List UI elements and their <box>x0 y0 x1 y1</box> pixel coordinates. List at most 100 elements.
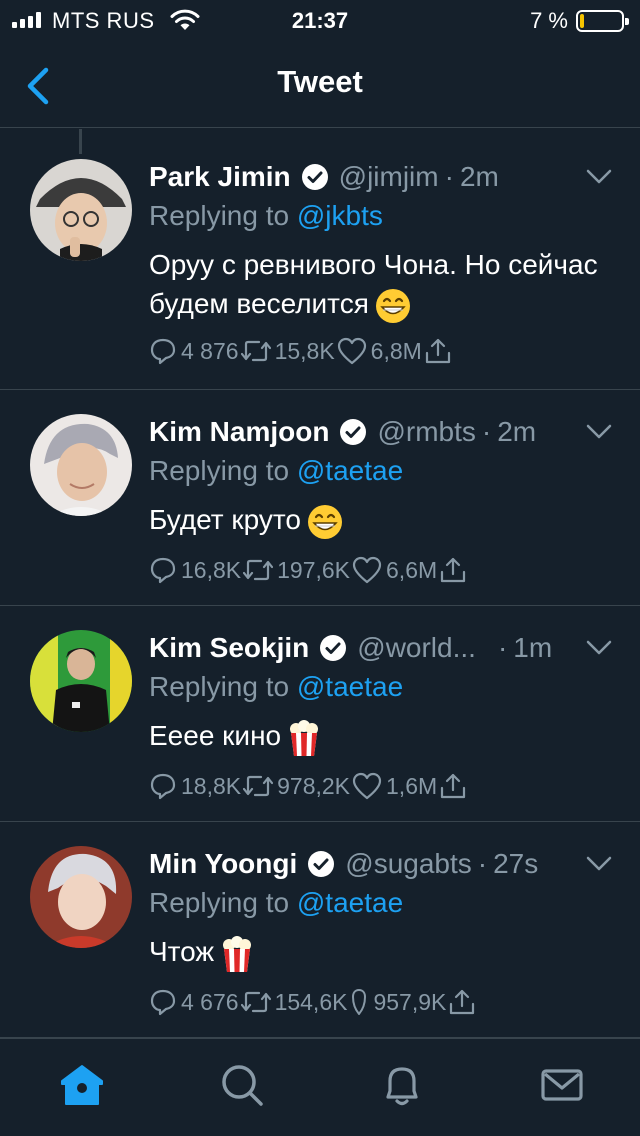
share-icon[interactable] <box>448 988 476 1016</box>
like-count: 1,6M <box>386 772 438 799</box>
replying-to-link[interactable]: @taetae <box>297 887 403 918</box>
tweet[interactable]: Park Jimin @jimjim · 2m Replying to @jkb… <box>0 135 640 390</box>
like-count: 957,9K <box>373 988 447 1015</box>
replying-to: Replying to @taetae <box>149 455 403 487</box>
reply-count: 4 876 <box>181 337 239 364</box>
retweet-icon[interactable] <box>240 989 271 1015</box>
search-icon[interactable] <box>218 1061 266 1109</box>
separator-dot: · <box>477 848 488 879</box>
like-count: 6,6M <box>386 556 438 583</box>
user-handle[interactable]: @jimjim <box>339 161 439 193</box>
chevron-down-icon[interactable] <box>586 169 612 185</box>
tweet-header: Kim Seokjin @world... · 1m <box>149 632 552 664</box>
heart-icon[interactable] <box>352 556 382 584</box>
nav-bar: Tweet <box>0 42 640 128</box>
replying-to-link[interactable]: @taetae <box>297 671 403 702</box>
share-icon[interactable] <box>424 337 452 365</box>
grinning-face-icon <box>375 288 410 323</box>
reply-icon[interactable] <box>149 988 177 1016</box>
separator-dot: · <box>497 632 508 663</box>
user-handle[interactable]: @rmbts <box>377 416 475 448</box>
tweet-time: 2m <box>497 416 537 447</box>
share-icon[interactable] <box>439 556 467 584</box>
reply-icon[interactable] <box>149 556 177 584</box>
separator-dot: · <box>444 161 454 192</box>
battery-icon <box>576 10 629 32</box>
tweet-actions: 18,8K 978,2K 1,6M <box>149 772 467 800</box>
user-handle[interactable]: @sugabts <box>345 848 472 880</box>
reply-count: 4 676 <box>181 988 239 1015</box>
tweet[interactable]: Min Yoongi @sugabts · 27s Replying to @t… <box>0 822 640 1038</box>
avatar[interactable] <box>30 414 132 516</box>
tweet-actions: 16,8K 197,6K 6,6M <box>149 556 467 584</box>
retweet-count: 978,2K <box>277 772 351 799</box>
display-name[interactable]: Park Jimin <box>149 161 291 193</box>
tweet-actions: 4 876 15,8K 6,8M <box>149 337 452 365</box>
share-icon[interactable] <box>439 772 467 800</box>
display-name[interactable]: Kim Seokjin <box>149 632 309 664</box>
tweet-header: Min Yoongi @sugabts · 27s <box>149 848 538 880</box>
replying-prefix: Replying to <box>149 455 290 486</box>
replying-to-link[interactable]: @taetae <box>297 455 403 486</box>
replying-prefix: Replying to <box>149 200 290 231</box>
chevron-down-icon[interactable] <box>586 640 612 656</box>
verified-icon <box>308 851 335 877</box>
tweet-text: Ееее кино <box>149 716 609 757</box>
avatar[interactable] <box>30 846 132 948</box>
tweet-body: Будет круто <box>149 504 302 535</box>
avatar[interactable] <box>30 159 132 261</box>
display-name[interactable]: Min Yoongi <box>149 848 297 880</box>
chevron-down-icon[interactable] <box>586 856 612 872</box>
tweet-header: Park Jimin @jimjim · 2m <box>149 161 499 193</box>
tweet-body: Чтож <box>149 936 215 967</box>
reply-icon[interactable] <box>149 772 177 800</box>
bell-icon[interactable] <box>378 1061 426 1109</box>
verified-icon <box>340 419 367 445</box>
reply-count: 16,8K <box>181 556 242 583</box>
reply-icon[interactable] <box>149 337 177 365</box>
like-icon[interactable] <box>349 988 369 1016</box>
replying-to: Replying to @jkbts <box>149 200 383 232</box>
tweet[interactable]: Kim Seokjin @world... · 1m Replying to @… <box>0 606 640 822</box>
tweet[interactable]: Kim Namjoon @rmbts · 2m Replying to @tae… <box>0 390 640 606</box>
tweet-header: Kim Namjoon @rmbts · 2m <box>149 416 536 448</box>
heart-icon[interactable] <box>352 772 382 800</box>
popcorn-icon <box>290 719 319 756</box>
mail-icon[interactable] <box>538 1061 586 1109</box>
page-title: Tweet <box>277 64 363 99</box>
replying-to: Replying to @taetae <box>149 887 403 919</box>
battery-percent: 7 % <box>530 8 568 33</box>
tweet-text: Будет круто <box>149 500 609 540</box>
display-name[interactable]: Kim Namjoon <box>149 416 329 448</box>
verified-icon <box>320 635 347 661</box>
chevron-down-icon[interactable] <box>586 424 612 440</box>
retweet-icon[interactable] <box>243 557 274 583</box>
user-handle[interactable]: @world... <box>357 632 476 664</box>
retweet-count: 197,6K <box>277 556 351 583</box>
replying-prefix: Replying to <box>149 887 290 918</box>
retweet-count: 15,8K <box>274 337 335 364</box>
replying-to-link[interactable]: @jkbts <box>297 200 383 231</box>
avatar[interactable] <box>30 630 132 732</box>
retweet-icon[interactable] <box>243 773 274 799</box>
separator-dot: · <box>481 416 492 447</box>
retweet-count: 154,6K <box>274 988 348 1015</box>
status-bar: MTS RUS 21:37 7 % <box>0 0 640 42</box>
grinning-face-icon <box>308 504 343 539</box>
heart-icon[interactable] <box>337 337 367 365</box>
reply-count: 18,8K <box>181 772 242 799</box>
tweet-time: 2m <box>459 161 499 192</box>
verified-icon <box>301 164 328 190</box>
tweet-body: Оруу с ревнивого Чона. Но сейчас будем в… <box>149 249 598 319</box>
tweet-body: Ееее кино <box>149 720 282 751</box>
retweet-icon[interactable] <box>240 338 271 364</box>
tweet-time: 1m <box>513 632 553 663</box>
home-icon[interactable] <box>58 1061 106 1109</box>
tweet-time: 27s <box>493 848 539 879</box>
tab-bar <box>0 1038 640 1136</box>
like-count: 6,8M <box>370 337 422 364</box>
tweet-text: Чтож <box>149 932 609 973</box>
tweet-text: Оруу с ревнивого Чона. Но сейчас будем в… <box>149 245 609 324</box>
replying-prefix: Replying to <box>149 671 290 702</box>
popcorn-icon <box>223 935 252 972</box>
